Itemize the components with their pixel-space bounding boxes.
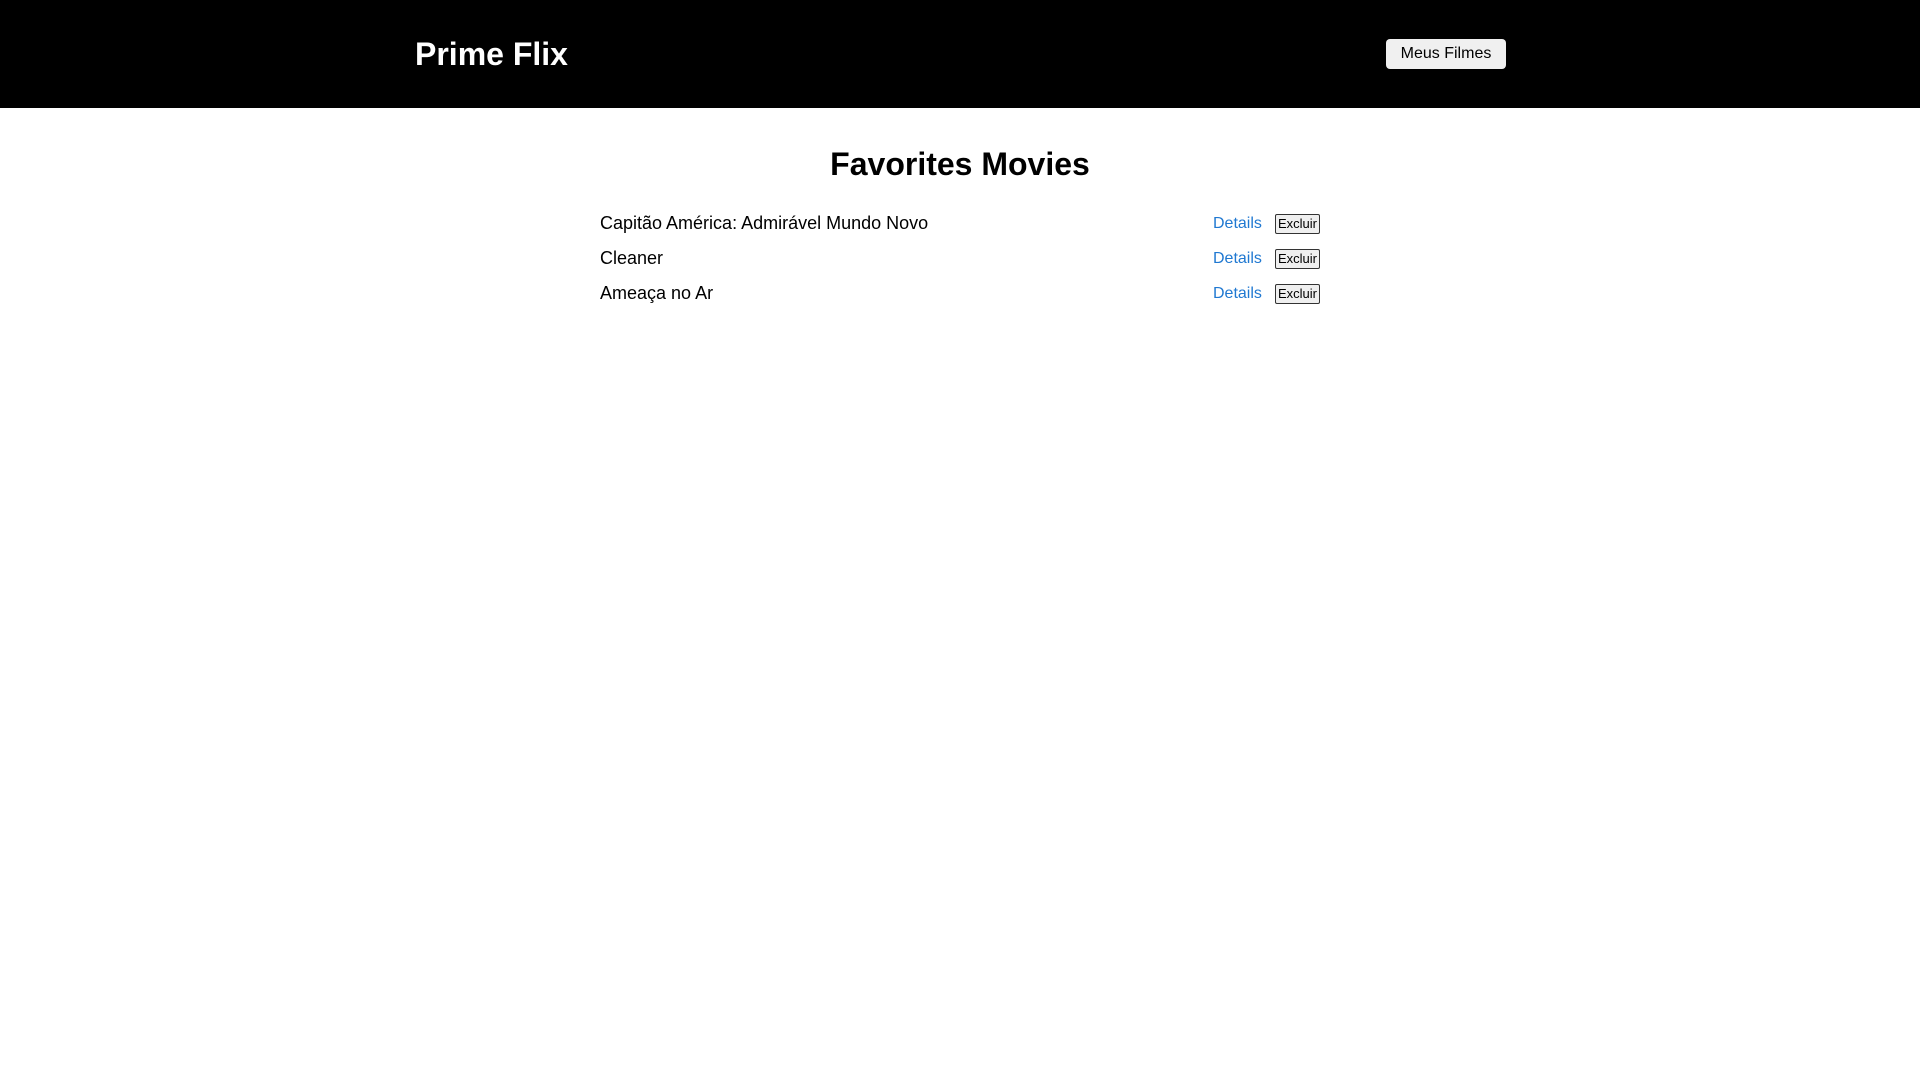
delete-button[interactable]: Excluir xyxy=(1275,284,1320,304)
delete-button[interactable]: Excluir xyxy=(1275,214,1320,234)
movie-title: Capitão América: Admirável Mundo Novo xyxy=(600,213,929,233)
delete-button[interactable]: Excluir xyxy=(1275,249,1320,269)
movie-list-item: Ameaça no Ar Details Excluir xyxy=(600,278,1320,313)
movie-title: Cleaner xyxy=(600,248,664,268)
details-link[interactable]: Details xyxy=(1213,249,1262,269)
movie-list-item: Capitão América: Admirável Mundo Novo De… xyxy=(600,208,1320,243)
movie-title: Ameaça no Ar xyxy=(600,283,714,303)
page-title: Favorites Movies xyxy=(830,146,1090,182)
site-logo[interactable]: Prime Flix xyxy=(415,36,568,72)
my-movies-button[interactable]: Meus Filmes xyxy=(1386,39,1506,69)
details-link[interactable]: Details xyxy=(1213,284,1262,304)
site-header: Prime Flix Meus Filmes xyxy=(0,0,1920,108)
details-link[interactable]: Details xyxy=(1213,214,1262,234)
movie-list-item: Cleaner Details Excluir xyxy=(600,243,1320,278)
favorites-list: Capitão América: Admirável Mundo Novo De… xyxy=(600,208,1320,313)
